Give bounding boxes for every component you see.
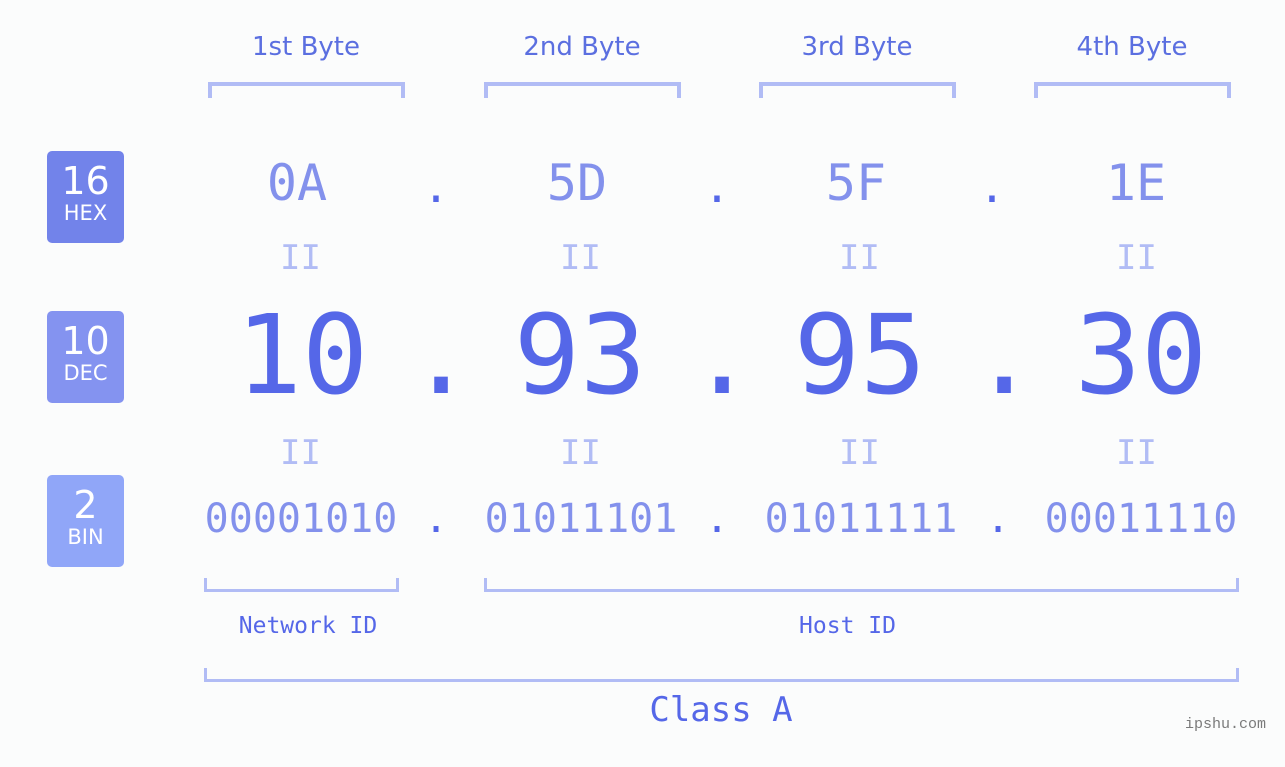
byte-bracket-4 [1034, 82, 1231, 98]
byte-bracket-1 [208, 82, 405, 98]
byte-bracket-2 [484, 82, 681, 98]
bin-value-3: 01011111 [764, 496, 958, 542]
hex-separator-1: . [422, 162, 450, 213]
bin-base-number: 2 [73, 483, 98, 527]
ip-class-label: Class A [649, 690, 793, 730]
byte-label-3: 3rd Byte [801, 32, 913, 62]
byte-label-1: 1st Byte [252, 32, 360, 62]
hex-base-number: 16 [61, 159, 110, 203]
equals-icon: II [560, 238, 601, 278]
dec-value-4: 30 [1074, 291, 1208, 419]
hex-separator-3: . [978, 162, 1006, 213]
hex-badge: 16 HEX [47, 151, 124, 243]
equals-icon: II [560, 433, 601, 473]
bin-value-2: 01011101 [484, 496, 678, 542]
bin-badge: 2 BIN [47, 475, 124, 567]
bin-separator-3: . [985, 496, 1011, 542]
network-id-bracket [204, 578, 399, 592]
hex-value-4: 1E [1105, 154, 1167, 212]
byte-label-4: 4th Byte [1076, 32, 1188, 62]
equals-icon: II [839, 238, 880, 278]
hex-separator-2: . [703, 162, 731, 213]
dec-value-1: 10 [235, 291, 369, 419]
dec-separator-3: . [971, 291, 1038, 419]
class-bracket [204, 668, 1239, 682]
dec-separator-1: . [408, 291, 475, 419]
dec-value-3: 95 [793, 291, 927, 419]
host-id-label: Host ID [799, 613, 896, 639]
bin-value-4: 00011110 [1044, 496, 1238, 542]
byte-bracket-3 [759, 82, 956, 98]
bin-separator-1: . [423, 496, 449, 542]
equals-icon: II [280, 433, 321, 473]
network-id-label: Network ID [238, 613, 378, 639]
equals-icon: II [1116, 238, 1157, 278]
watermark: ipshu.com [1185, 716, 1267, 733]
hex-value-2: 5D [546, 154, 608, 212]
dec-separator-2: . [689, 291, 756, 419]
host-id-bracket [484, 578, 1239, 592]
dec-base-label: DEC [63, 361, 108, 385]
hex-value-3: 5F [825, 154, 887, 212]
hex-base-label: HEX [63, 201, 108, 225]
bin-separator-2: . [704, 496, 730, 542]
bin-value-1: 00001010 [204, 496, 398, 542]
dec-value-2: 93 [513, 291, 647, 419]
bin-base-label: BIN [67, 525, 104, 549]
hex-value-1: 0A [266, 154, 328, 212]
dec-badge: 10 DEC [47, 311, 124, 403]
equals-icon: II [1116, 433, 1157, 473]
equals-icon: II [280, 238, 321, 278]
byte-label-2: 2nd Byte [523, 32, 641, 62]
dec-base-number: 10 [61, 319, 110, 363]
equals-icon: II [839, 433, 880, 473]
